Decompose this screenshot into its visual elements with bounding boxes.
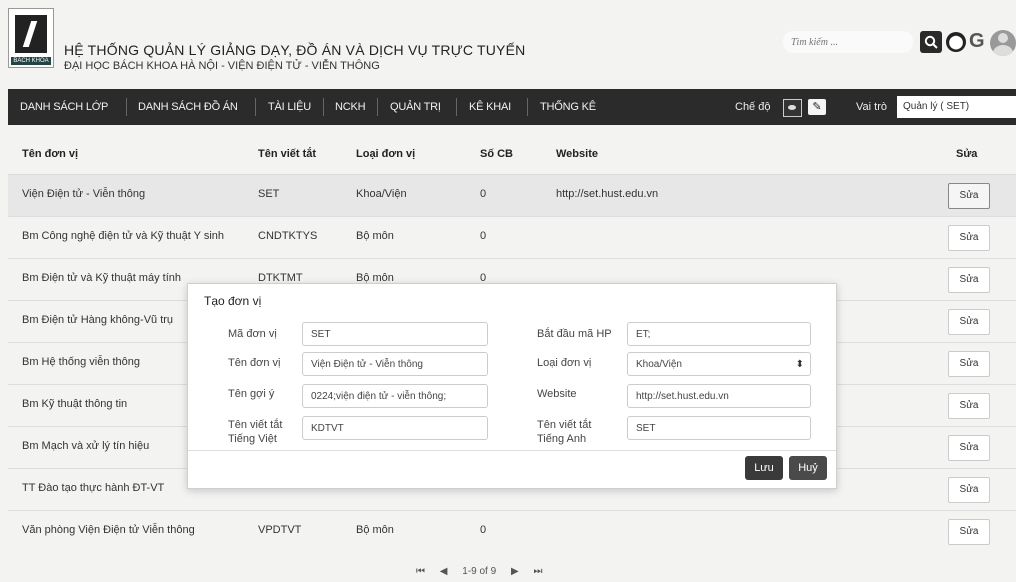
- nav-divider: [456, 98, 457, 116]
- header-edit: Sửa: [956, 148, 978, 160]
- edit-mode-pencil-icon[interactable]: ✎: [808, 99, 826, 115]
- edit-button[interactable]: Sửa: [948, 519, 990, 545]
- website-label: Website: [537, 388, 577, 400]
- header-type: Loại đơn vị: [356, 148, 416, 160]
- edit-button[interactable]: Sửa: [948, 393, 990, 419]
- unit-code-input[interactable]: SET: [302, 322, 488, 346]
- cell-name: Bm Kỹ thuật thông tin: [22, 398, 128, 410]
- edit-button[interactable]: Sửa: [948, 477, 990, 503]
- cell-abbr: CNDTKTYS: [258, 230, 318, 242]
- course-code-prefix-input[interactable]: ET;: [627, 322, 811, 346]
- cell-name: Bm Công nghệ điện tử và Kỹ thuật Y sinh: [22, 230, 225, 242]
- nav-divider: [527, 98, 528, 116]
- unit-code-label: Mã đơn vị: [228, 328, 277, 340]
- edit-button[interactable]: Sửa: [948, 225, 990, 251]
- unit-type-value: Khoa/Viện: [636, 359, 682, 370]
- cell-type: Bộ môn: [356, 524, 394, 536]
- cell-abbr: SET: [258, 188, 280, 200]
- github-icon[interactable]: ⬤: [946, 32, 966, 52]
- nav-danh-sach-lop[interactable]: DANH SÁCH LỚP: [20, 89, 108, 125]
- cell-count: 0: [480, 230, 487, 242]
- first-page-icon[interactable]: ⏮: [416, 566, 425, 577]
- edit-button[interactable]: Sửa: [948, 183, 990, 209]
- main-navbar: DANH SÁCH LỚP DANH SÁCH ĐỒ ÁN TÀI LIỆU N…: [8, 89, 1016, 125]
- unit-name-input[interactable]: Viện Điện tử - Viễn thông: [302, 352, 488, 376]
- nav-quan-tri[interactable]: QUẢN TRỊ: [390, 89, 441, 125]
- pagination: ⏮ ◀ 1-9 of 9 ▶ ⏭: [410, 566, 548, 577]
- abbr-vn-input[interactable]: KDTVT: [302, 416, 488, 440]
- logo-caption: BÁCH KHOA: [11, 57, 51, 65]
- website-input[interactable]: http://set.hust.edu.vn: [627, 384, 811, 408]
- edit-button[interactable]: Sửa: [948, 435, 990, 461]
- table-row: Bm Công nghệ điện tử và Kỹ thuật Y sinh …: [8, 216, 1016, 258]
- course-code-prefix-label: Bắt đầu mã HP: [537, 328, 612, 340]
- unit-alias-label: Tên gợi ý: [228, 388, 275, 400]
- next-page-icon[interactable]: ▶: [511, 566, 519, 577]
- prev-page-icon[interactable]: ◀: [440, 566, 448, 577]
- cell-name: Bm Điện tử Hàng không-Vũ trụ: [22, 314, 174, 326]
- nav-danh-sach-do-an[interactable]: DANH SÁCH ĐỒ ÁN: [138, 89, 238, 125]
- save-button[interactable]: Lưu: [745, 456, 783, 480]
- search-icon: [924, 35, 938, 49]
- role-select[interactable]: Quản lý ( SET): [897, 96, 1016, 118]
- edit-button[interactable]: Sửa: [948, 351, 990, 377]
- logo-mark: [15, 15, 47, 53]
- create-unit-modal: Tạo đơn vị Mã đơn vị SET Tên đơn vị Viện…: [187, 283, 837, 489]
- cell-count: 0: [480, 524, 487, 536]
- nav-ke-khai[interactable]: KÊ KHAI: [469, 89, 511, 125]
- cell-type: Khoa/Viện: [356, 188, 407, 200]
- unit-type-label: Loại đơn vị: [537, 357, 592, 369]
- cancel-button[interactable]: Huỷ: [789, 456, 827, 480]
- nav-divider: [323, 98, 324, 116]
- nav-divider: [377, 98, 378, 116]
- unit-name-label: Tên đơn vị: [228, 357, 281, 369]
- university-logo: BÁCH KHOA: [8, 8, 54, 68]
- role-label: Vai trò: [856, 101, 887, 113]
- cell-name: TT Đào tạo thực hành ĐT-VT: [22, 482, 165, 494]
- cell-name: Viện Điện tử - Viễn thông: [22, 188, 146, 200]
- edit-button[interactable]: Sửa: [948, 267, 990, 293]
- cell-type: Bộ môn: [356, 230, 394, 242]
- unit-type-select[interactable]: Khoa/Viện ⬍: [627, 352, 811, 376]
- search-input[interactable]: [783, 31, 913, 53]
- edit-button[interactable]: Sửa: [948, 309, 990, 335]
- header-unit-name: Tên đơn vị: [22, 148, 79, 160]
- select-arrow-icon: ⬍: [795, 359, 804, 370]
- modal-divider: [188, 450, 836, 451]
- google-icon[interactable]: G: [969, 30, 985, 53]
- header-abbr: Tên viết tắt: [258, 148, 317, 160]
- cell-name: Văn phòng Viện Điện tử Viễn thông: [22, 524, 195, 536]
- cell-abbr: VPDTVT: [258, 524, 302, 536]
- mode-label: Chế độ: [735, 101, 771, 113]
- nav-tai-lieu[interactable]: TÀI LIỆU: [268, 89, 311, 125]
- abbr-en-label: Tên viết tắt Tiếng Anh: [537, 419, 592, 445]
- table-row: Văn phòng Viện Điện tử Viễn thông VPDTVT…: [8, 510, 1016, 552]
- view-mode-eye-icon[interactable]: [783, 99, 802, 117]
- cell-count: 0: [480, 188, 487, 200]
- user-avatar[interactable]: [990, 30, 1016, 56]
- header-staff-count: Số CB: [480, 148, 513, 160]
- cell-name: Bm Điện tử và Kỹ thuật máy tính: [22, 272, 181, 284]
- nav-thong-ke[interactable]: THỐNG KÊ: [540, 89, 596, 125]
- last-page-icon[interactable]: ⏭: [533, 566, 542, 577]
- nav-divider: [126, 98, 127, 116]
- modal-title: Tạo đơn vị: [204, 294, 262, 308]
- cell-name: Bm Hệ thống viễn thông: [22, 356, 141, 368]
- cell-website: http://set.hust.edu.vn: [556, 188, 659, 200]
- cell-name: Bm Mạch và xử lý tín hiệu: [22, 440, 150, 452]
- header-website: Website: [556, 148, 598, 160]
- nav-divider: [255, 98, 256, 116]
- site-title: HỆ THỐNG QUẢN LÝ GIẢNG DẠY, ĐỒ ÁN VÀ DỊC…: [64, 42, 526, 58]
- nav-nckh[interactable]: NCKH: [335, 89, 366, 125]
- search-button[interactable]: [920, 31, 942, 53]
- page-range: 1-9 of 9: [462, 566, 497, 577]
- table-row: Viện Điện tử - Viễn thông SET Khoa/Viện …: [8, 174, 1016, 216]
- abbr-vn-label: Tên viết tắt Tiếng Việt: [228, 419, 283, 445]
- site-subtitle: ĐẠI HỌC BÁCH KHOA HÀ NỘI - VIỆN ĐIỆN TỬ …: [64, 60, 380, 72]
- unit-alias-input[interactable]: 0224;viện điện tử - viễn thông;: [302, 384, 488, 408]
- abbr-en-input[interactable]: SET: [627, 416, 811, 440]
